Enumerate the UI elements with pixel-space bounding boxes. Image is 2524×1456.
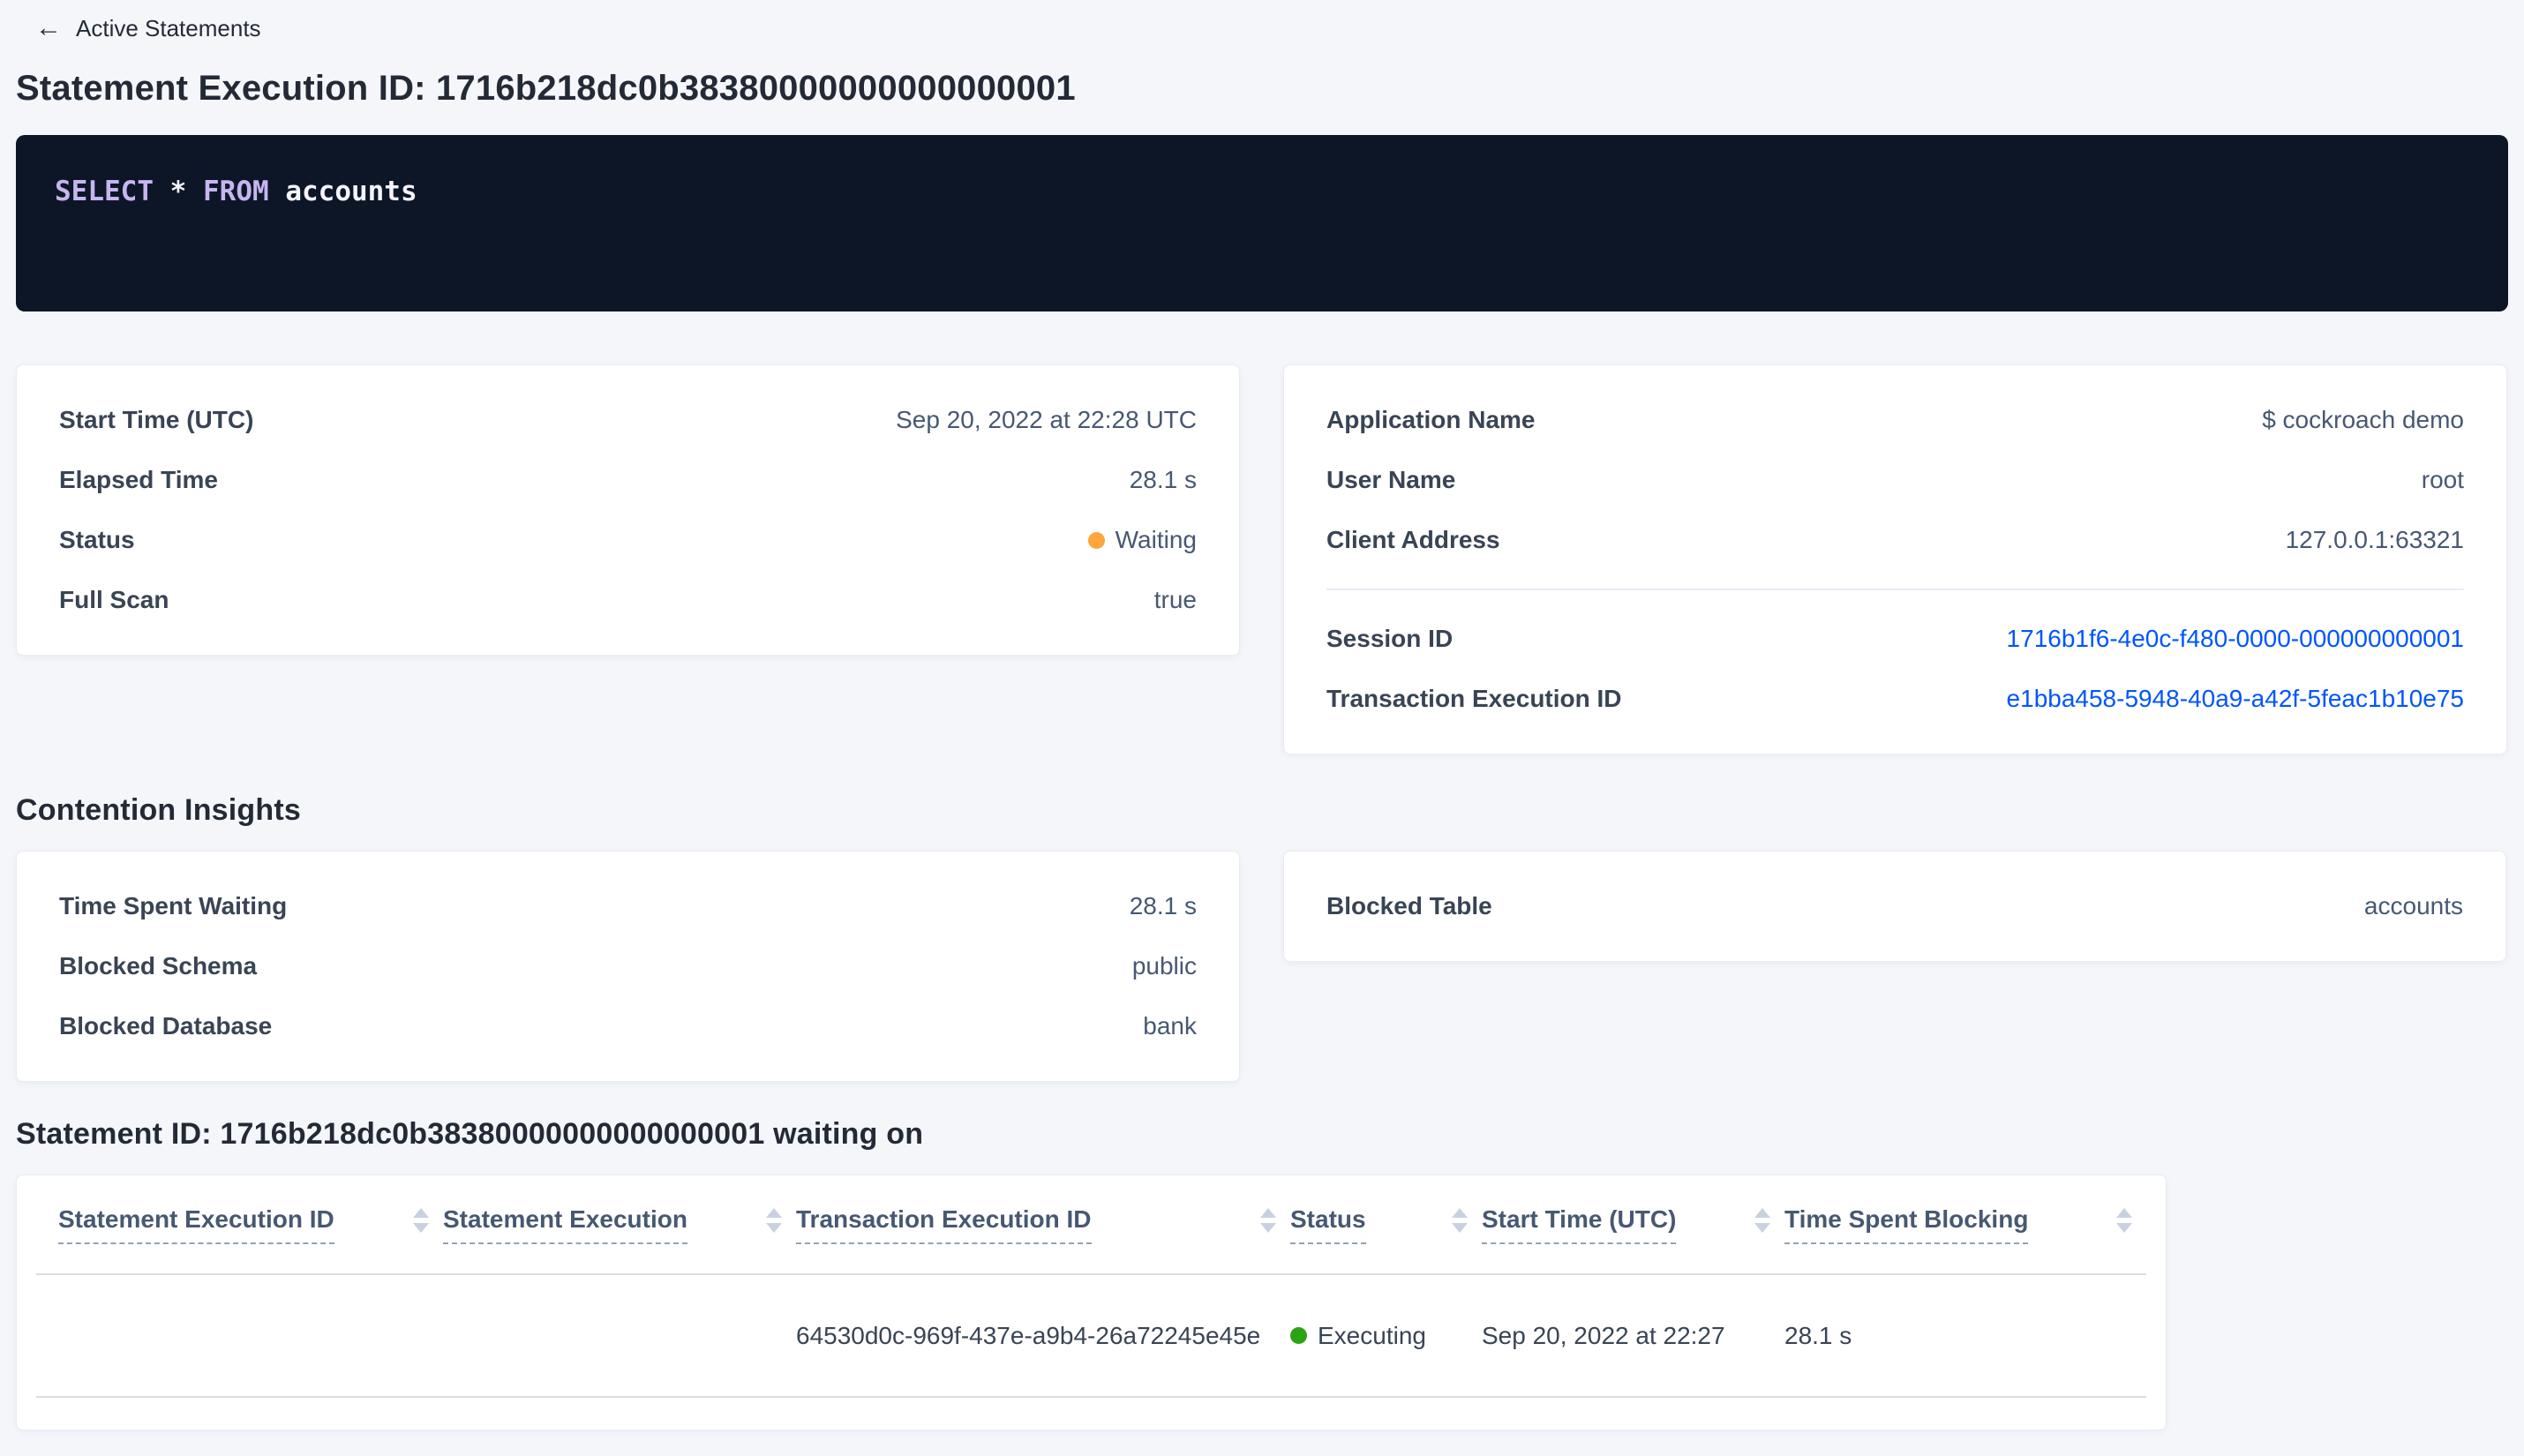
application-name-label: Application Name (1326, 406, 1536, 433)
session-id-row: Session ID 1716b1f6-4e0c-f480-0000-00000… (1326, 609, 2464, 669)
sql-query-text: SELECT * FROM accounts (55, 176, 417, 207)
sort-arrows-icon (766, 1207, 782, 1233)
sort-arrows-icon (413, 1207, 429, 1233)
user-name-label: User Name (1326, 466, 1456, 493)
waiting-on-heading: Statement ID: 1716b218dc0b38380000000000… (16, 1117, 924, 1151)
application-name-row: Application Name $ cockroach demo (1326, 390, 2464, 450)
sort-arrows-icon (1754, 1207, 1770, 1233)
cell-start-time: Sep 20, 2022 at 22:27 (1482, 1321, 1725, 1349)
status-waiting-text: Waiting (1115, 526, 1197, 553)
card-divider (1326, 589, 2464, 590)
client-address-row: Client Address 127.0.0.1:63321 (1326, 510, 2464, 570)
column-header-time-spent-blocking[interactable]: Time Spent Blocking (1784, 1205, 2146, 1244)
blocked-database-row: Blocked Database bank (59, 996, 1197, 1056)
time-spent-waiting-value: 28.1 s (1129, 892, 1197, 919)
status-executing-text: Executing (1318, 1321, 1426, 1349)
table-row: 64530d0c-969f-437e-a9b4-26a72245e45e Exe… (36, 1275, 2146, 1398)
cell-transaction-execution-id: 64530d0c-969f-437e-a9b4-26a72245e45e (796, 1321, 1261, 1349)
time-spent-waiting-row: Time Spent Waiting 28.1 s (59, 876, 1197, 936)
sql-star-operator: * (169, 176, 187, 207)
execution-overview-card: Start Time (UTC) Sep 20, 2022 at 22:28 U… (16, 364, 1240, 656)
cell-status: Executing (1290, 1322, 1482, 1350)
start-time-value: Sep 20, 2022 at 22:28 UTC (896, 406, 1197, 433)
user-name-row: User Name root (1326, 450, 2464, 510)
column-header-label: Time Spent Blocking (1784, 1205, 2029, 1244)
status-value: Waiting (1087, 526, 1197, 554)
back-arrow-icon[interactable]: ← (35, 15, 62, 41)
column-header-label: Transaction Execution ID (796, 1205, 1092, 1244)
status-label: Status (59, 526, 135, 553)
column-header-status[interactable]: Status (1290, 1205, 1482, 1244)
elapsed-time-value: 28.1 s (1129, 466, 1197, 493)
start-time-label: Start Time (UTC) (59, 406, 254, 433)
overview-cards-row: Start Time (UTC) Sep 20, 2022 at 22:28 U… (16, 364, 2508, 754)
client-address-value: 127.0.0.1:63321 (2285, 526, 2464, 553)
waiting-on-table-card: Statement Execution ID Statement Executi… (16, 1175, 2167, 1430)
start-time-row: Start Time (UTC) Sep 20, 2022 at 22:28 U… (59, 390, 1197, 450)
blocked-table-value: accounts (2363, 892, 2463, 919)
status-waiting-dot-icon (1087, 531, 1105, 549)
status-row: Status Waiting (59, 510, 1197, 570)
cell-time-spent-blocking: 28.1 s (1784, 1321, 1852, 1349)
blocked-table-card: Blocked Table accounts (1283, 851, 2506, 962)
waiting-on-table: Statement Execution ID Statement Executi… (36, 1175, 2146, 1398)
session-id-link[interactable]: 1716b1f6-4e0c-f480-0000-000000000001 (2007, 625, 2464, 653)
session-id-label: Session ID (1326, 625, 1454, 652)
column-header-label: Statement Execution (443, 1205, 687, 1244)
column-header-label: Status (1290, 1205, 1366, 1244)
sort-arrows-icon (2116, 1207, 2132, 1233)
application-name-value: $ cockroach demo (2262, 406, 2464, 433)
column-header-statement-execution-id[interactable]: Statement Execution ID (58, 1205, 443, 1244)
column-header-start-time[interactable]: Start Time (UTC) (1482, 1205, 1784, 1244)
page-title: Statement Execution ID: 1716b218dc0b3838… (16, 69, 1076, 108)
sort-arrows-icon (1260, 1207, 1276, 1233)
breadcrumb: ← Active Statements (16, 7, 2508, 46)
breadcrumb-link-active-statements[interactable]: Active Statements (76, 15, 261, 42)
full-scan-row: Full Scan true (59, 570, 1197, 630)
column-header-transaction-execution-id[interactable]: Transaction Execution ID (796, 1205, 1290, 1244)
transaction-execution-id-row: Transaction Execution ID e1bba458-5948-4… (1326, 669, 2464, 729)
contention-details-card: Time Spent Waiting 28.1 s Blocked Schema… (16, 851, 1240, 1082)
blocked-table-label: Blocked Table (1326, 892, 1492, 919)
time-spent-waiting-label: Time Spent Waiting (59, 892, 288, 919)
status-executing-dot-icon (1290, 1327, 1307, 1344)
elapsed-time-row: Elapsed Time 28.1 s (59, 450, 1197, 510)
blocked-schema-value: public (1131, 952, 1197, 979)
column-header-label: Start Time (UTC) (1482, 1205, 1677, 1244)
transaction-execution-id-label: Transaction Execution ID (1326, 685, 1622, 712)
column-header-statement-execution[interactable]: Statement Execution (443, 1205, 796, 1244)
elapsed-time-label: Elapsed Time (59, 466, 219, 493)
sql-keyword-select: SELECT (55, 176, 154, 207)
sql-query-box: SELECT * FROM accounts (16, 135, 2508, 311)
blocked-table-row: Blocked Table accounts (1326, 876, 2463, 936)
contention-insights-heading: Contention Insights (16, 793, 301, 827)
transaction-execution-id-link[interactable]: e1bba458-5948-40a9-a42f-5feac1b10e75 (2007, 685, 2464, 713)
full-scan-label: Full Scan (59, 586, 169, 613)
blocked-schema-label: Blocked Schema (59, 952, 258, 979)
session-details-card: Application Name $ cockroach demo User N… (1283, 364, 2507, 754)
contention-cards-row: Time Spent Waiting 28.1 s Blocked Schema… (16, 851, 2508, 1082)
full-scan-value: true (1153, 586, 1197, 613)
blocked-database-label: Blocked Database (59, 1012, 273, 1039)
user-name-value: root (2421, 466, 2464, 493)
sort-arrows-icon (1452, 1207, 1468, 1233)
blocked-database-value: bank (1143, 1012, 1197, 1039)
table-header-row: Statement Execution ID Statement Executi… (36, 1175, 2146, 1275)
sql-table-name: accounts (285, 176, 417, 207)
statement-execution-details-page: ← Active Statements Statement Execution … (0, 0, 2524, 1456)
blocked-schema-row: Blocked Schema public (59, 936, 1197, 996)
sql-keyword-from: FROM (203, 176, 269, 207)
column-header-label: Statement Execution ID (58, 1205, 334, 1244)
client-address-label: Client Address (1326, 526, 1500, 553)
